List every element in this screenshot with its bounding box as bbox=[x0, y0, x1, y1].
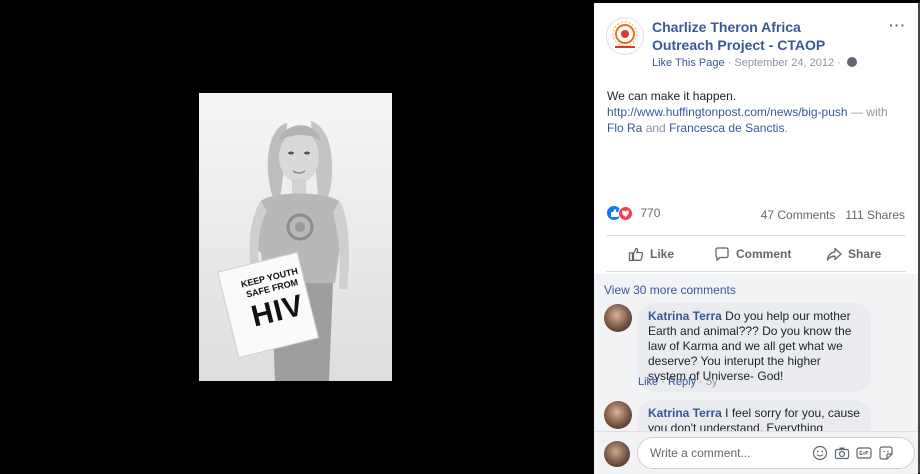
comment-icon bbox=[715, 247, 729, 262]
post-side-panel: Charlize Theron Africa Outreach Project … bbox=[594, 3, 918, 474]
post-date[interactable]: September 24, 2012 bbox=[734, 57, 834, 69]
and-text: and bbox=[645, 121, 666, 135]
current-user-avatar bbox=[604, 441, 630, 467]
gif-icon[interactable] bbox=[856, 445, 872, 461]
like-button[interactable]: Like bbox=[628, 238, 674, 270]
comment-bubble: Katrina Terra I feel sorry for you, caus… bbox=[638, 400, 871, 431]
love-reaction-icon[interactable] bbox=[618, 206, 633, 221]
post-link[interactable]: http://www.huffingtonpost.com/news/big-p… bbox=[607, 105, 848, 119]
commenter-avatar[interactable] bbox=[604, 401, 632, 429]
reaction-count[interactable]: 770 bbox=[640, 206, 660, 220]
ctaop-logo-icon bbox=[612, 21, 638, 48]
post-header: Charlize Theron Africa Outreach Project … bbox=[594, 3, 918, 83]
page-name-link[interactable]: Charlize Theron Africa Outreach Project … bbox=[652, 18, 862, 54]
comment-input[interactable]: Write a comment... bbox=[637, 437, 915, 469]
comment-author[interactable]: Katrina Terra bbox=[648, 406, 722, 420]
share-button[interactable]: Share bbox=[826, 238, 881, 270]
divider bbox=[606, 271, 906, 272]
post-meta: Like This Page · September 24, 2012 · bbox=[652, 57, 857, 69]
comment-like-link[interactable]: Like bbox=[638, 376, 658, 388]
post-text: We can make it happen. http://www.huffin… bbox=[607, 88, 907, 136]
shares-count[interactable]: 111 Shares bbox=[845, 208, 905, 222]
share-icon bbox=[826, 247, 842, 261]
tagged-user-1[interactable]: Flo Ra bbox=[607, 121, 642, 135]
more-options-button[interactable]: ··· bbox=[889, 17, 906, 33]
comment-age[interactable]: 5y bbox=[706, 376, 718, 388]
thumbs-up-icon bbox=[628, 247, 644, 262]
globe-icon bbox=[846, 57, 857, 67]
post-text-line: We can make it happen. bbox=[607, 89, 737, 103]
page-avatar[interactable] bbox=[606, 17, 644, 55]
comment-reply-link[interactable]: Reply bbox=[668, 376, 696, 388]
emoji-icon[interactable] bbox=[812, 445, 828, 461]
comment-composer: Write a comment... bbox=[594, 431, 918, 474]
commenter-avatar[interactable] bbox=[604, 304, 632, 332]
comments-count[interactable]: 47 Comments bbox=[761, 208, 836, 222]
photo-viewer: KEEP YOUTH SAFE FROM HIV bbox=[0, 0, 594, 473]
meta-separator: · bbox=[727, 57, 732, 69]
post-actions: Like Comment Share bbox=[606, 238, 906, 270]
camera-icon[interactable] bbox=[834, 445, 850, 461]
comment-author[interactable]: Katrina Terra bbox=[648, 309, 722, 323]
comment-button-label: Comment bbox=[736, 247, 792, 261]
share-button-label: Share bbox=[848, 247, 882, 261]
comment-input-placeholder: Write a comment... bbox=[650, 446, 751, 460]
tagged-user-2[interactable]: Francesca de Sanctis bbox=[669, 121, 784, 135]
comments-section: View 30 more comments Katrina Terra Do y… bbox=[594, 274, 918, 431]
meta-separator-2: · bbox=[837, 57, 841, 69]
comment-meta: Like · Reply · 5y bbox=[638, 376, 718, 388]
post-photo[interactable]: KEEP YOUTH SAFE FROM HIV bbox=[199, 93, 392, 381]
sticker-icon[interactable] bbox=[878, 445, 894, 461]
stats-right: 47 Comments 111 Shares bbox=[761, 208, 905, 222]
reactions-bar: 770 47 Comments 111 Shares bbox=[607, 206, 905, 224]
comment-button[interactable]: Comment bbox=[714, 238, 791, 270]
with-text: — with bbox=[850, 105, 888, 119]
divider bbox=[606, 235, 906, 236]
photo-illustration bbox=[199, 93, 392, 381]
like-button-label: Like bbox=[650, 247, 675, 261]
view-more-comments-link[interactable]: View 30 more comments bbox=[604, 283, 736, 297]
like-page-link[interactable]: Like This Page bbox=[652, 57, 725, 69]
period-text: . bbox=[784, 121, 788, 135]
